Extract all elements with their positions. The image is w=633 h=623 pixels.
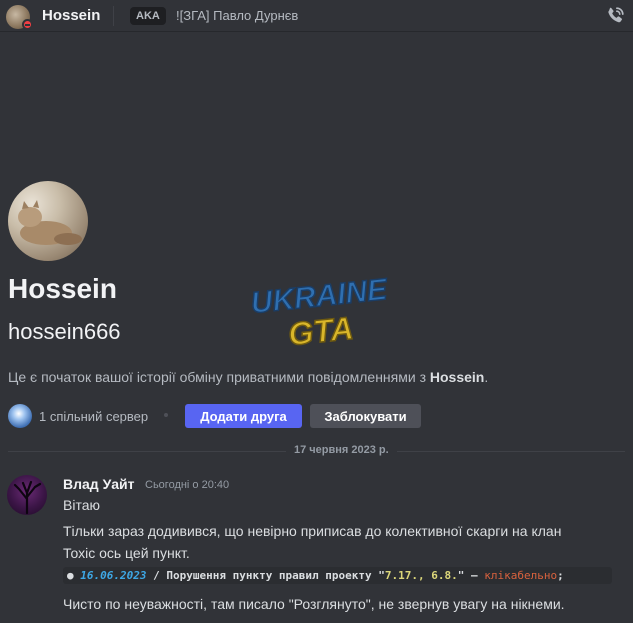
inline-code-block: ● 16.06.2023 / Порушення пункту правил п…: [63, 567, 612, 584]
header-name[interactable]: Hossein: [42, 7, 100, 24]
voice-call-icon[interactable]: [604, 5, 626, 27]
profile-display-name: Hossein: [8, 273, 117, 304]
watermark-line2: GTA: [287, 310, 356, 352]
code-text: / Порушення пункту правил проекту ": [146, 569, 385, 582]
intro-name: Hossein: [429, 369, 485, 385]
code-link[interactable]: клікабельно: [484, 569, 557, 582]
code-quote-close: " –: [457, 569, 485, 582]
ukraine-gta-watermark: UKRAINE GTA: [249, 272, 391, 352]
header-alias: ![ЗГА] Павло Дурнєв: [176, 8, 299, 23]
intro-suffix: .: [484, 369, 489, 385]
code-bullet: ●: [67, 569, 74, 582]
message-line: Чисто по неуважності, там писало "Розгля…: [63, 596, 565, 612]
message-line: Тільки зараз додивився, що невірно припи…: [63, 523, 562, 539]
message-line: Тохіс ось цей пункт.: [63, 545, 190, 561]
mutual-servers-link[interactable]: 1 спільний сервер: [39, 409, 148, 424]
code-end: ;: [557, 569, 564, 582]
code-value: 7.17., 6.8.: [384, 569, 458, 582]
tree-avatar-icon: [13, 480, 42, 515]
dnd-status-icon: [22, 19, 33, 30]
profile-avatar[interactable]: [8, 181, 88, 261]
block-button[interactable]: Заблокувати: [310, 404, 421, 428]
dm-header: Hossein AKA ![ЗГА] Павло Дурнєв: [0, 0, 633, 32]
cat-photo-icon: [18, 200, 82, 245]
aka-badge: AKA: [130, 7, 166, 25]
mutual-server-icon[interactable]: [8, 404, 32, 428]
date-divider-label: 17 червня 2023 р.: [286, 444, 397, 456]
code-date: 16.06.2023: [80, 569, 147, 582]
intro-prefix: Це є початок вашої історії обміну приват…: [8, 369, 430, 385]
message-author-avatar[interactable]: [7, 475, 47, 515]
message-timestamp: Сьогодні о 20:40: [145, 479, 230, 491]
profile-username: hossein666: [8, 319, 121, 344]
header-divider: [113, 6, 114, 26]
separator-dot: [164, 413, 168, 417]
message-author[interactable]: Влад Уайт: [63, 476, 135, 492]
add-friend-button[interactable]: Додати друга: [185, 404, 302, 428]
message-line: Вітаю: [63, 497, 100, 513]
dm-intro-text: Це є початок вашої історії обміну приват…: [8, 369, 488, 385]
